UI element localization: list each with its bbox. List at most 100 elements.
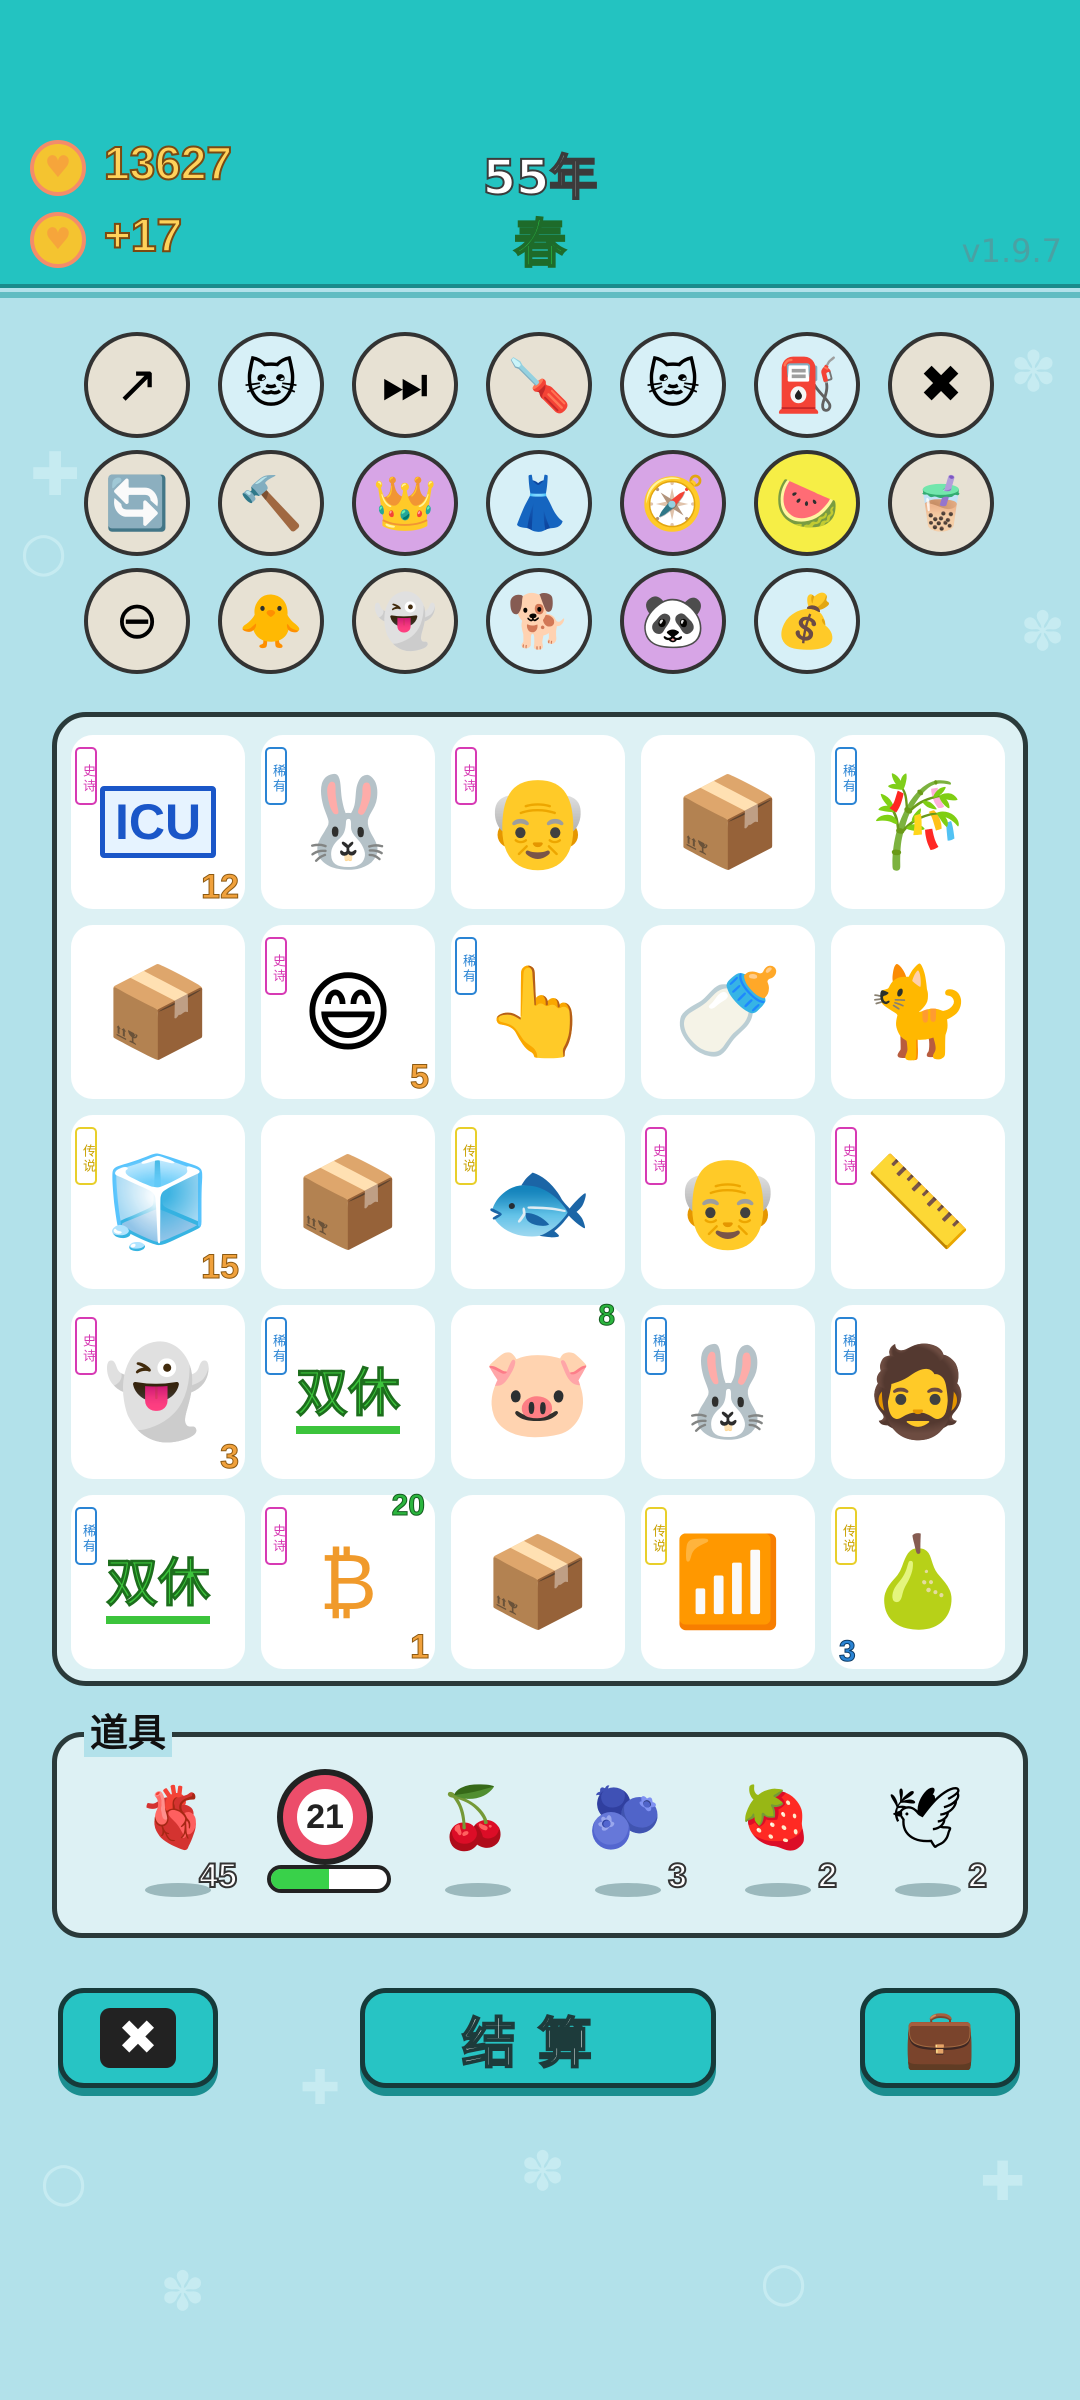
tile-parcel[interactable]: 📦	[71, 925, 245, 1099]
strawberry-item-icon: 🍓	[737, 1782, 813, 1853]
chick-icon[interactable]: 🐥	[218, 568, 324, 674]
tile-pig[interactable]: 🐷 8	[451, 1299, 625, 1479]
symbol-board: ICU 史诗 12 🐰 稀有 👴 史诗 📦 🎋 稀有 📦 😄 史诗 5 👆 稀有 🍼 🐈 🧊 传说 15 📦 🐟 传说 👴 史诗 📏…	[52, 712, 1028, 1686]
bubble-tea-icon-glyph: 🧋	[908, 473, 974, 534]
tile-cat[interactable]: 🐈	[831, 925, 1005, 1099]
rarity-badge: 传说	[455, 1127, 477, 1185]
rarity-badge: 史诗	[645, 1127, 667, 1185]
tile-wifi[interactable]: 📶 传说	[641, 1495, 815, 1669]
background-pattern: ✽	[1010, 340, 1057, 405]
cat-symbol: 🐈	[863, 960, 973, 1063]
lucky-smiley-symbol: 😄	[302, 960, 394, 1064]
cat-cup-icon[interactable]: 🐱	[218, 332, 324, 438]
bucket-hat-man-symbol: 🧔	[863, 1340, 973, 1443]
fridge-symbol: 🧊	[103, 1150, 213, 1253]
ruler-symbol: 📏	[863, 1150, 973, 1253]
crown-card-icon[interactable]: 👑	[352, 450, 458, 556]
settle-button[interactable]: 结算	[360, 1988, 716, 2088]
bitcoin-cycle-symbol: ₿	[319, 1537, 377, 1628]
season-label: 春	[513, 214, 567, 276]
crown-card-icon-glyph: 👑	[372, 473, 438, 534]
liver-item[interactable]: 45 🫀	[117, 1763, 238, 1913]
farmer-symbol: 👴	[483, 770, 593, 873]
rarity-badge: 史诗	[835, 1127, 857, 1185]
target-item[interactable]: 21	[267, 1763, 391, 1913]
rarity-badge: 传说	[75, 1127, 97, 1185]
remove-tag-icon[interactable]: ✖	[888, 332, 994, 438]
ghost-icon[interactable]: 👻	[352, 568, 458, 674]
hammer-icon-glyph: 🔨	[238, 473, 304, 534]
target-progress-fill	[271, 1869, 329, 1889]
items-panel-title: 道具	[84, 1702, 173, 1757]
icu-sign-symbol: ICU	[99, 786, 217, 858]
item-shadow	[445, 1883, 511, 1897]
chick-icon-glyph: 🐥	[238, 591, 304, 652]
tile-parcel[interactable]: 📦	[451, 1495, 625, 1669]
lychee-item[interactable]: 🍒	[417, 1763, 537, 1913]
compass-icon[interactable]: 🧭	[620, 450, 726, 556]
tile-icu-sign[interactable]: ICU 史诗 12	[71, 735, 245, 909]
blueberry-item[interactable]: 3 🫐	[567, 1763, 688, 1913]
tile-parcel[interactable]: 📦	[641, 735, 815, 909]
arrow-card-icon[interactable]: ↗	[84, 332, 190, 438]
tile-weekend-text[interactable]: 双休 稀有	[71, 1495, 245, 1669]
remove-button[interactable]: ✖	[58, 1988, 218, 2088]
pig-symbol: 🐷	[483, 1340, 593, 1443]
tile-sleeping-rabbit[interactable]: 🐰 稀有	[641, 1305, 815, 1479]
tile-fridge[interactable]: 🧊 传说 15	[71, 1115, 245, 1289]
bubble-tea-icon[interactable]: 🧋	[888, 450, 994, 556]
fruit-basket-icon[interactable]: 🍉	[754, 450, 860, 556]
cool-dog-icon[interactable]: 🐕	[486, 568, 592, 674]
tile-parcel[interactable]: 📦	[261, 1115, 435, 1289]
tile-bonus-counter: 20	[391, 1489, 425, 1523]
tile-rabbit[interactable]: 🐰 稀有	[261, 735, 435, 909]
remove-tag-icon-glyph: ✖	[919, 355, 963, 415]
rarity-badge: 稀有	[75, 1507, 97, 1565]
tile-ruler[interactable]: 📏 史诗	[831, 1115, 1005, 1289]
background-pattern: ✚	[30, 440, 81, 510]
skirt-icon[interactable]: 👗	[486, 450, 592, 556]
cat-cup-icon-glyph: 🐱	[243, 355, 299, 415]
sack-icon[interactable]: 💰	[754, 568, 860, 674]
inventory-button[interactable]: 💼	[860, 1988, 1020, 2088]
tile-milk-bottle[interactable]: 🍼	[641, 925, 815, 1099]
wifi-symbol: 📶	[673, 1530, 783, 1633]
tile-pomelo[interactable]: 🍐 传说 3	[831, 1495, 1005, 1669]
tile-bitcoin-cycle[interactable]: ₿ 史诗 1 20	[261, 1489, 435, 1669]
item-shadow	[745, 1883, 811, 1897]
rarity-badge: 稀有	[455, 937, 477, 995]
screwdriver-icon[interactable]: 🪛	[486, 332, 592, 438]
tile-lucky-smiley[interactable]: 😄 史诗 5	[261, 925, 435, 1099]
refresh-icon[interactable]: 🔄	[84, 450, 190, 556]
sack-icon-glyph: 💰	[774, 591, 840, 652]
tile-bamboo[interactable]: 🎋 稀有	[831, 735, 1005, 909]
tile-farmer[interactable]: 👴 史诗	[451, 735, 625, 909]
tile-farmer[interactable]: 👴 史诗	[641, 1115, 815, 1289]
air-pump-icon[interactable]: ⛽	[754, 332, 860, 438]
cat-cup-icon[interactable]: 🐱	[620, 332, 726, 438]
screwdriver-icon-glyph: 🪛	[506, 355, 572, 416]
cat-cup-icon-glyph: 🐱	[645, 355, 701, 415]
tile-counter: 15	[201, 1248, 240, 1287]
remove-tag-icon: ✖	[99, 2008, 177, 2068]
background-pattern: ✽	[160, 2260, 206, 2323]
background-pattern: ✽	[520, 2140, 566, 2203]
weekend-text-symbol: 双休	[295, 1351, 401, 1434]
skip-icon[interactable]: ⏭	[352, 332, 458, 438]
tile-pointing-hand[interactable]: 👆 稀有	[451, 925, 625, 1099]
rarity-badge: 史诗	[265, 937, 287, 995]
tile-weekend-text[interactable]: 双休 稀有	[261, 1305, 435, 1479]
tile-dead-ghost[interactable]: 👻 史诗 3	[71, 1305, 245, 1479]
hammer-icon[interactable]: 🔨	[218, 450, 324, 556]
tile-koi-fish[interactable]: 🐟 传说	[451, 1115, 625, 1289]
panda-icon[interactable]: 🐼	[620, 568, 726, 674]
skip-icon-glyph: ⏭	[381, 354, 429, 415]
strawberry-item[interactable]: 2 🍓	[717, 1763, 838, 1913]
item-shadow	[595, 1883, 661, 1897]
tile-bucket-hat-man[interactable]: 🧔 稀有	[831, 1305, 1005, 1479]
bamboo-symbol: 🎋	[863, 770, 973, 873]
items-panel: 45 🫀 21 🍒 3 🫐 2 🍓 2 🕊	[52, 1732, 1028, 1938]
minus-icon[interactable]: ⊖	[84, 568, 190, 674]
target-item-icon: 21	[277, 1769, 373, 1865]
dove-item[interactable]: 2 🕊	[867, 1763, 988, 1913]
